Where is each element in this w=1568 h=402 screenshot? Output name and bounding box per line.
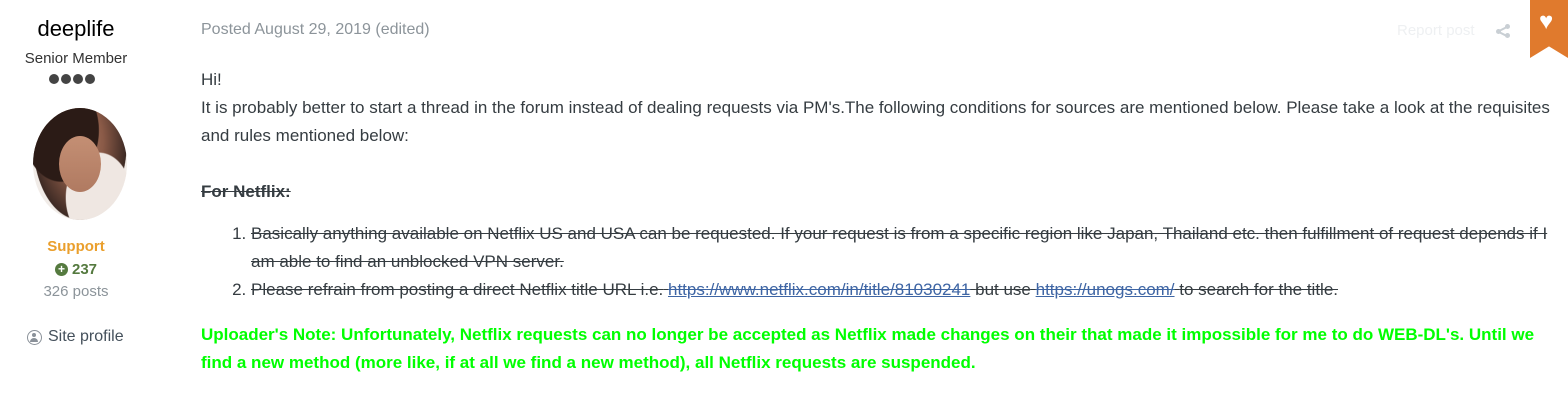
report-post-link[interactable]: Report post (1397, 22, 1475, 39)
netflix-heading: For Netflix: (201, 182, 291, 201)
reaction-badge[interactable]: ♥ (1530, 0, 1568, 58)
user-circle-icon (27, 329, 42, 345)
rule-1-text: Basically anything available on Netflix … (251, 224, 1548, 271)
netflix-title-link[interactable]: https://www.netflix.com/in/title/8103024… (668, 280, 970, 299)
post-date[interactable]: Posted August 29, 2019 (201, 21, 371, 38)
reputation-count: 237 (71, 261, 98, 278)
rule-2-text-2: but use (975, 280, 1031, 299)
greeting: Hi! (201, 70, 222, 89)
rule-2-text-1: Please refrain from posting a direct Net… (251, 280, 664, 299)
rank-pip (73, 74, 83, 84)
rank-pip (85, 74, 95, 84)
heart-icon: ♥ (1539, 8, 1554, 35)
post-meta: Posted August 29, 2019 (edited) (201, 21, 430, 39)
author-group: Support (47, 238, 105, 255)
post-edited: (edited) (375, 21, 430, 38)
intro-paragraph: It is probably better to start a thread … (201, 98, 1550, 145)
site-profile-link[interactable]: Site profile (27, 328, 124, 346)
site-profile-label: Site profile (48, 328, 124, 345)
unogs-link[interactable]: https://unogs.com/ (1036, 280, 1175, 299)
list-item: Please refrain from posting a direct Net… (251, 276, 1561, 304)
author-rank: Senior Member (24, 50, 128, 67)
post-content: Hi! It is probably better to start a thr… (201, 66, 1561, 377)
avatar[interactable] (33, 108, 127, 220)
rank-pips (49, 74, 95, 84)
post-count: 326 posts (43, 283, 109, 300)
rank-pip (61, 74, 71, 84)
plus-circle-icon: + (54, 263, 68, 276)
rule-2-text-3: to search for the title. (1179, 280, 1339, 299)
avatar-face (59, 136, 101, 192)
rules-list: Basically anything available on Netflix … (201, 220, 1561, 304)
uploader-note: Uploader's Note: Unfortunately, Netflix … (201, 325, 1535, 372)
list-item: Basically anything available on Netflix … (251, 220, 1561, 276)
share-icon[interactable] (1496, 24, 1510, 38)
reputation[interactable]: + 237 (0, 261, 152, 278)
rank-pip (49, 74, 59, 84)
author-name[interactable]: deeplife (0, 16, 152, 42)
